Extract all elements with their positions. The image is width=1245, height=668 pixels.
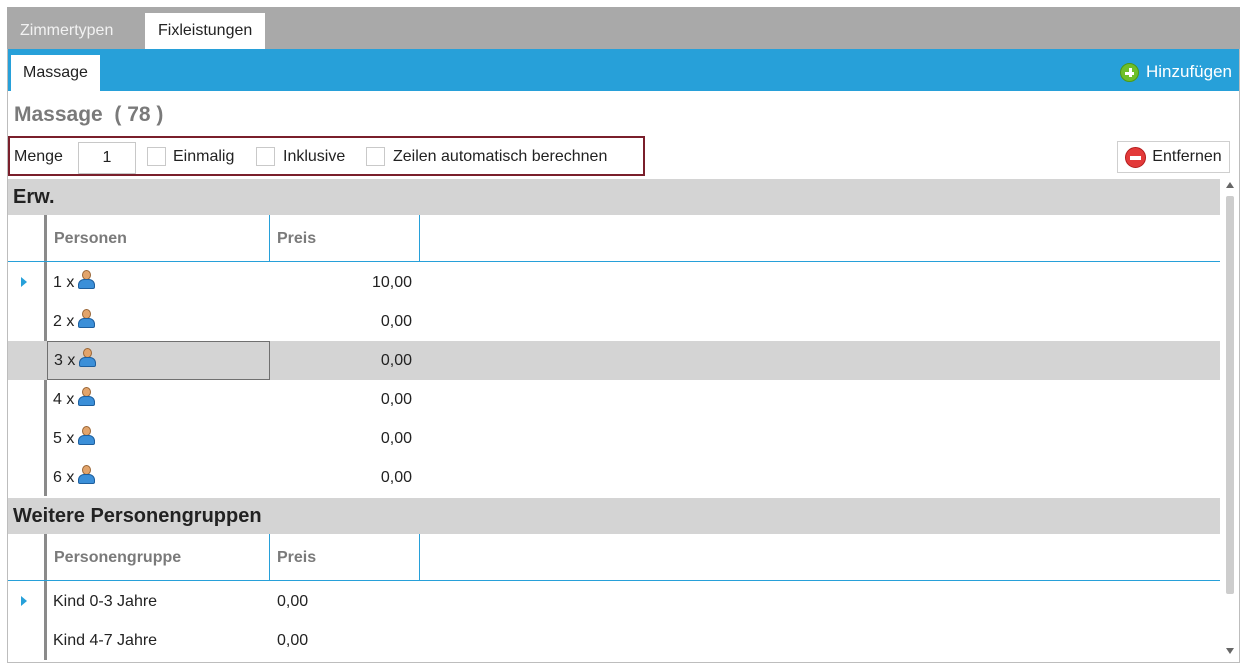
price-cell[interactable]: 0,00: [270, 419, 420, 458]
options-panel: Menge Einmalig Inklusive Zeilen automati…: [8, 136, 645, 176]
add-button[interactable]: Hinzufügen: [1119, 61, 1232, 83]
persons-cell[interactable]: 6 x: [47, 458, 270, 497]
page-title: Massage ( 78 ): [14, 103, 163, 127]
persons-cell[interactable]: 2 x: [47, 302, 270, 341]
vertical-scrollbar[interactable]: [1222, 179, 1238, 660]
table-row[interactable]: 4 x 0,00: [7, 380, 1220, 419]
remove-button[interactable]: Entfernen: [1117, 141, 1230, 173]
scroll-thumb[interactable]: [1226, 196, 1234, 594]
price-cell[interactable]: 0,00: [270, 341, 420, 380]
minus-circle-icon: [1125, 146, 1147, 168]
add-button-label: Hinzufügen: [1145, 62, 1232, 81]
table-row[interactable]: 5 x 0,00: [7, 419, 1220, 458]
price-cell[interactable]: 0,00: [270, 458, 420, 497]
person-icon: [78, 425, 96, 446]
pricing-grid: Erw. Personen Preis 1 x 10,00 2 x 0,00 3…: [7, 179, 1220, 660]
header-divider: [7, 580, 1220, 581]
title-count: ( 78 ): [114, 103, 164, 126]
plus-circle-icon: [1119, 62, 1139, 82]
person-icon: [79, 347, 97, 368]
person-group-cell[interactable]: Kind 0-3 Jahre: [47, 582, 270, 621]
price-cell[interactable]: 0,00: [270, 582, 420, 621]
current-row-indicator-icon: [21, 596, 27, 606]
price-cell[interactable]: 0,00: [270, 380, 420, 419]
title-name: Massage: [14, 103, 103, 126]
column-header-persons[interactable]: Personen: [47, 215, 270, 262]
person-icon: [78, 464, 96, 485]
group-header-adults[interactable]: Erw.: [7, 179, 1220, 215]
header-divider: [7, 261, 1220, 262]
persons-cell[interactable]: 5 x: [47, 419, 270, 458]
scroll-down-icon[interactable]: [1226, 648, 1234, 654]
column-header-price[interactable]: Preis: [270, 534, 420, 581]
table-row[interactable]: Kind 0-3 Jahre 0,00: [7, 582, 1220, 621]
scroll-up-icon[interactable]: [1226, 182, 1234, 188]
table-row[interactable]: 1 x 10,00: [7, 263, 1220, 302]
persons-cell[interactable]: 4 x: [47, 380, 270, 419]
table-row[interactable]: Kind 4-7 Jahre 0,00: [7, 621, 1220, 660]
group-header-other-groups[interactable]: Weitere Personengruppen: [7, 498, 1220, 534]
person-icon: [78, 386, 96, 407]
tab-fixleistungen[interactable]: Fixleistungen: [145, 13, 266, 49]
inclusive-label: Inklusive: [283, 148, 346, 165]
price-cell[interactable]: 0,00: [270, 302, 420, 341]
remove-button-label: Entfernen: [1152, 148, 1222, 165]
price-cell[interactable]: 10,00: [270, 263, 420, 302]
tab-massage[interactable]: Massage: [11, 55, 100, 91]
person-icon: [78, 308, 96, 329]
tab-zimmertypen[interactable]: Zimmertypen: [7, 13, 126, 49]
table-row-selected[interactable]: 3 x 0,00: [7, 341, 1220, 380]
current-row-indicator-icon: [21, 277, 27, 287]
persons-cell[interactable]: 3 x: [47, 341, 270, 380]
sub-tab-bar: Massage Hinzufügen: [7, 49, 1240, 91]
quantity-label: Menge: [14, 148, 63, 165]
once-checkbox[interactable]: [147, 147, 166, 166]
auto-rows-checkbox[interactable]: [366, 147, 385, 166]
quantity-input[interactable]: [78, 142, 136, 174]
inclusive-checkbox[interactable]: [256, 147, 275, 166]
person-group-cell[interactable]: Kind 4-7 Jahre: [47, 621, 270, 660]
price-cell[interactable]: 0,00: [270, 621, 420, 660]
table-row[interactable]: 2 x 0,00: [7, 302, 1220, 341]
persons-cell[interactable]: 1 x: [47, 263, 270, 302]
person-icon: [78, 269, 96, 290]
column-header-price[interactable]: Preis: [270, 215, 420, 262]
top-tab-bar: Zimmertypen Fixleistungen: [7, 7, 1240, 49]
column-header-person-group[interactable]: Personengruppe: [47, 534, 270, 581]
auto-rows-label: Zeilen automatisch berechnen: [393, 148, 608, 165]
once-label: Einmalig: [173, 148, 235, 165]
table-row[interactable]: 6 x 0,00: [7, 458, 1220, 497]
